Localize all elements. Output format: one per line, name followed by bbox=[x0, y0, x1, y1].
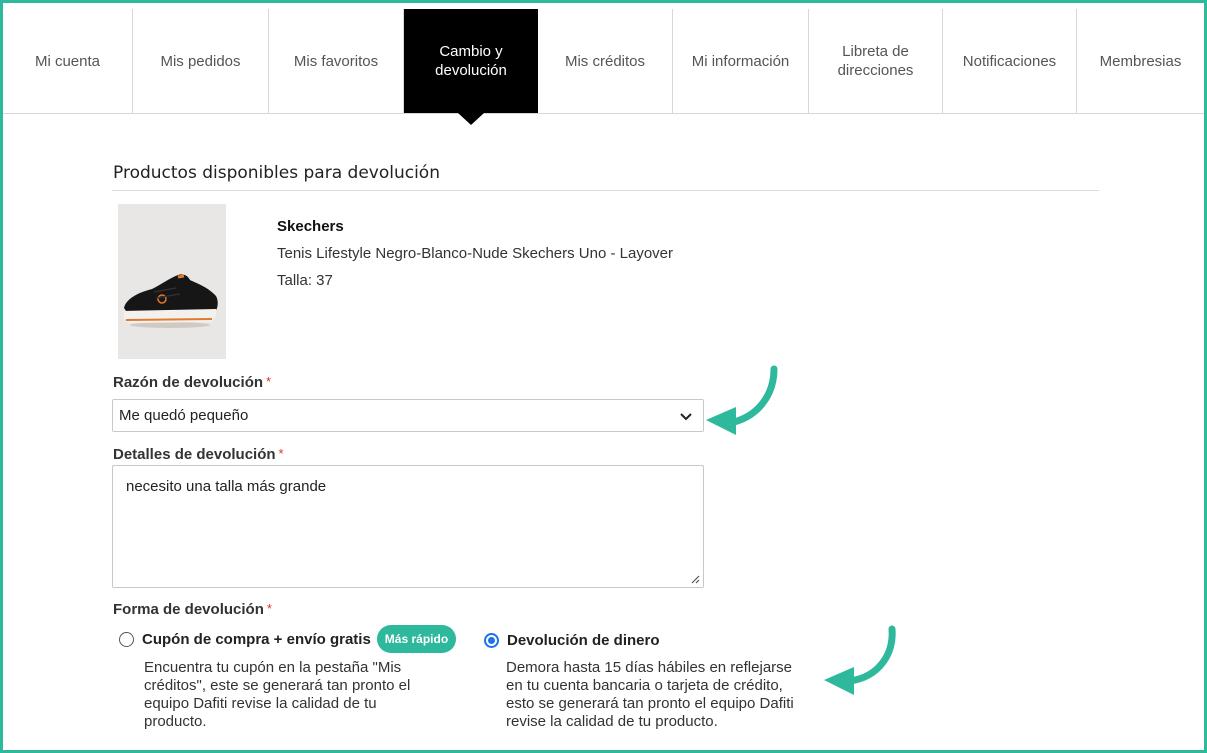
tab-mi-informacion[interactable]: Mi información bbox=[673, 9, 809, 113]
return-details-value: necesito una talla más grande bbox=[126, 478, 327, 495]
return-reason-label: Razón de devolución * bbox=[113, 374, 272, 391]
tab-mis-favoritos[interactable]: Mis favoritos bbox=[269, 9, 404, 113]
return-details-textarea[interactable]: necesito una talla más grande bbox=[112, 465, 704, 588]
divider bbox=[112, 190, 1099, 191]
resize-grip-icon[interactable] bbox=[690, 574, 700, 584]
tab-notificaciones[interactable]: Notificaciones bbox=[943, 9, 1077, 113]
tab-libreta-direcciones[interactable]: Libreta de direcciones bbox=[809, 9, 943, 113]
product-name: Tenis Lifestyle Negro-Blanco-Nude Skeche… bbox=[277, 245, 674, 262]
tab-membresias[interactable]: Membresias bbox=[1077, 9, 1204, 113]
option-coupon-description: Encuentra tu cupón en la pestaña "Mis cr… bbox=[144, 659, 411, 730]
tab-mi-cuenta[interactable]: Mi cuenta bbox=[3, 9, 133, 113]
radio-coupon[interactable] bbox=[119, 631, 134, 647]
product-image bbox=[118, 204, 226, 359]
product-brand: Skechers bbox=[277, 218, 344, 235]
required-mark: * bbox=[266, 374, 272, 389]
option-refund-label: Devolución de dinero bbox=[507, 632, 660, 649]
tab-mis-pedidos[interactable]: Mis pedidos bbox=[133, 9, 269, 113]
tab-cambio-devolucion[interactable]: Cambio y devolución bbox=[404, 9, 538, 125]
option-refund-description: Demora hasta 15 días hábiles en reflejar… bbox=[506, 659, 794, 730]
page-title: Productos disponibles para devolución bbox=[113, 163, 440, 183]
annotation-arrow-icon bbox=[706, 365, 778, 435]
required-mark: * bbox=[266, 601, 272, 616]
return-method-label: Forma de devolución * bbox=[113, 601, 272, 618]
required-mark: * bbox=[278, 446, 284, 461]
chevron-down-icon bbox=[680, 413, 692, 421]
faster-badge: Más rápido bbox=[376, 625, 457, 653]
return-reason-select[interactable]: Me quedó pequeño bbox=[112, 399, 704, 432]
option-coupon[interactable]: Cupón de compra + envío gratis Más rápid… bbox=[119, 625, 457, 653]
radio-refund[interactable] bbox=[484, 633, 499, 648]
return-details-label: Detalles de devolución * bbox=[113, 446, 284, 463]
product-size: Talla: 37 bbox=[277, 272, 333, 289]
account-tabs: Mi cuenta Mis pedidos Mis favoritos Camb… bbox=[3, 9, 1204, 125]
tab-mis-creditos[interactable]: Mis créditos bbox=[538, 9, 673, 113]
option-refund[interactable]: Devolución de dinero bbox=[484, 632, 660, 649]
annotation-arrow-icon bbox=[824, 625, 896, 695]
option-coupon-label: Cupón de compra + envío gratis bbox=[142, 630, 371, 648]
return-reason-value: Me quedó pequeño bbox=[119, 407, 249, 424]
